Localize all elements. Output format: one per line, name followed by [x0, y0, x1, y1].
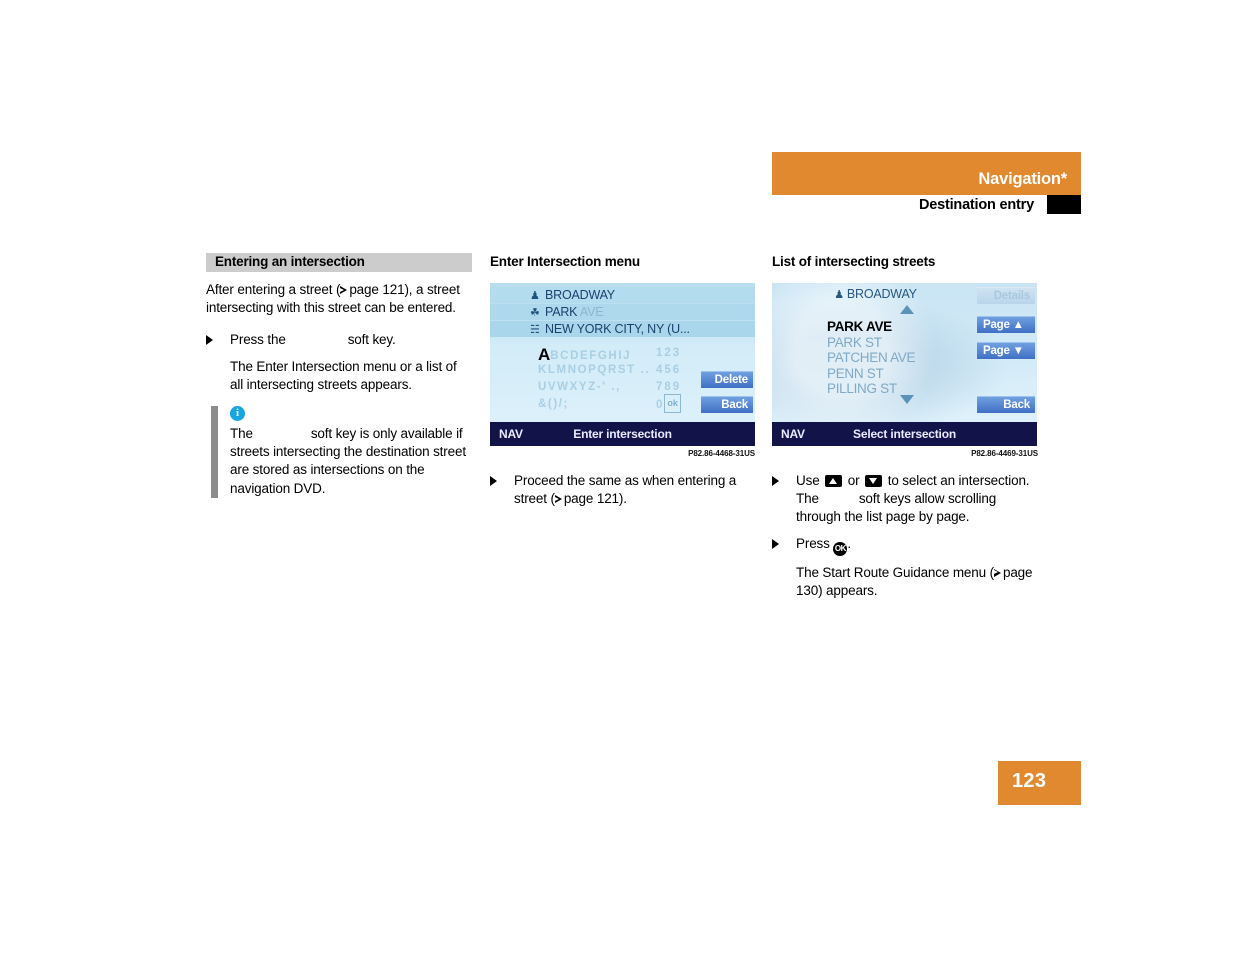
note-text-prefix: The — [230, 426, 253, 442]
keypad-row-2-numbers[interactable]: 456 — [656, 362, 681, 379]
keypad-row-4[interactable]: &()/; 0 ok — [538, 394, 698, 415]
middle-column-heading: Enter Intersection menu — [490, 254, 640, 269]
middle-step-text-after: ). — [618, 491, 627, 507]
header-band: Navigation* — [772, 152, 1081, 195]
softkey-page-down[interactable]: Page ▼ — [977, 342, 1035, 359]
keypad-zero-key[interactable]: 0 — [656, 399, 664, 411]
triangle-up-icon[interactable] — [900, 305, 914, 314]
destination-row-text-3: NEW YORK CITY, NY (U... — [545, 322, 690, 336]
list-item[interactable]: PARK ST — [827, 335, 977, 351]
middle-figure-caption: P82.86-4468-31US — [688, 449, 755, 458]
right-result-text-after: ) appears. — [818, 582, 878, 598]
page-number-badge: 123 — [998, 761, 1081, 805]
right-step-press-ok: Press OK. — [772, 535, 1038, 556]
keypad-row-4-numbers[interactable]: 0 ok — [656, 394, 681, 415]
softkey-back-2[interactable]: Back — [977, 396, 1035, 413]
key-down-icon — [865, 475, 883, 487]
list-item[interactable]: PENN ST — [827, 366, 977, 382]
destination-row-text-2: PARK — [545, 305, 580, 319]
status-title-2: Select intersection — [853, 427, 956, 441]
softkey-details[interactable]: Details — [977, 287, 1035, 304]
list-item[interactable]: PARK AVE — [827, 319, 977, 335]
header-subtitle-row: Destination entry — [772, 195, 1081, 218]
right-step1-text-b: or — [847, 473, 860, 488]
note-text-suffix: soft key is only available if streets in… — [230, 426, 466, 496]
screen-status-bar: NAV Enter intersection — [490, 422, 755, 446]
left-intro-paragraph: After entering a street (page 121), a st… — [206, 281, 472, 317]
keypad-row-1[interactable]: ABCDEFGHIJ 123 — [538, 345, 698, 363]
info-note-box: i The soft key is only available if stree… — [206, 406, 472, 498]
destination-row-text-2-dim: AVE — [579, 305, 604, 319]
right-step1-text-a: Use — [796, 473, 820, 488]
keypad-row-2-letters[interactable]: KLMNOPQRST .. — [538, 364, 655, 376]
destination-row-intersection: ☘ PARK AVE — [490, 304, 755, 320]
list-item[interactable]: PATCHEN AVE — [827, 350, 977, 366]
note-side-bar — [211, 406, 218, 498]
street-icon: ☘ — [530, 307, 540, 319]
right-step2-text-b: . — [847, 535, 851, 551]
note-text: The soft key is only available if streets… — [230, 425, 472, 498]
left-column-heading: Entering an intersection — [206, 253, 472, 272]
status-title: Enter intersection — [573, 427, 672, 441]
info-icon: i — [230, 406, 245, 422]
onscreen-keypad[interactable]: ABCDEFGHIJ 123 KLMNOPQRST .. 456 UVWXYZ-'… — [538, 345, 698, 413]
step-text-prefix: Press the — [230, 332, 286, 348]
bullet-triangle-icon-4 — [772, 538, 779, 549]
right-figure-caption: P82.86-4469-31US — [971, 449, 1038, 458]
intro-text-before-ref: After entering a street ( — [206, 282, 341, 297]
keypad-row-4-letters[interactable]: &()/; — [538, 398, 569, 410]
enter-intersection-screen: ♟ BROADWAY ☘ PARK AVE ☵ NEW YORK CITY, NY (… — [490, 283, 755, 446]
right-step-result: The Start Route Guidance menu (page 130)… — [772, 564, 1038, 600]
middle-step-page-ref: page 121 — [563, 491, 619, 507]
select-intersection-screen: ♟ BROADWAY PARK AVE PARK ST PATCHEN AVE P… — [772, 283, 1037, 446]
left-step-press-softkey: Press the soft key. — [206, 331, 472, 349]
keypad-row-2[interactable]: KLMNOPQRST .. 456 — [538, 362, 698, 379]
softkey-back[interactable]: Back — [701, 396, 753, 413]
right-step-select: Use or to select an intersection. The sof… — [772, 472, 1038, 527]
destination-row-street: ♟ BROADWAY — [490, 287, 755, 303]
destination-row-city: ☵ NEW YORK CITY, NY (U... — [490, 321, 755, 337]
right-step1-text-d: soft keys allow scrolling through the li… — [796, 491, 997, 525]
left-column: Entering an intersection After entering … — [206, 253, 472, 498]
flag-icon: ♟ — [530, 290, 540, 302]
bullet-triangle-icon-2 — [490, 476, 497, 486]
keypad-ok-key[interactable]: ok — [664, 394, 681, 413]
right-column-heading: List of intersecting streets — [772, 254, 936, 269]
softkey-delete[interactable]: Delete — [701, 371, 753, 388]
page-header: Navigation* Destination entry — [772, 152, 1081, 218]
city-icon: ☵ — [530, 324, 540, 336]
middle-column: Enter Intersection menu ♟ BROADWAY ☘ PARK … — [490, 253, 755, 516]
header-section-subtitle: Destination entry — [918, 197, 1034, 213]
middle-step-proceed: Proceed the same as when entering a stre… — [490, 472, 755, 508]
bullet-triangle-icon-3 — [772, 476, 779, 486]
right-step2-text-a: Press — [796, 535, 830, 551]
right-column: List of intersecting streets ♟ BROADWAY P… — [772, 253, 1038, 612]
right-result-text-before: The Start Route Guidance menu ( — [796, 564, 994, 580]
keypad-row-3-letters[interactable]: UVWXYZ-' ., — [538, 381, 621, 393]
header-chapter-title: Navigation* — [978, 170, 1067, 188]
page-ref-triangle-icon-3 — [993, 568, 1001, 578]
softkey-page-up[interactable]: Page ▲ — [977, 316, 1035, 333]
keypad-row-1-numbers[interactable]: 123 — [656, 345, 681, 362]
flag-icon-2: ♟ — [834, 289, 844, 301]
page-ref-triangle-icon — [340, 286, 348, 295]
ok-button-icon: OK — [833, 541, 848, 556]
key-up-icon — [825, 475, 843, 487]
screen-header-street-label: BROADWAY — [846, 287, 917, 301]
list-item[interactable]: PILLING ST — [827, 381, 977, 397]
intro-page-ref: page 121 — [349, 282, 405, 297]
screen-status-bar-2: NAV Select intersection — [772, 422, 1037, 446]
destination-row-text: BROADWAY — [545, 288, 615, 302]
header-thumb-tab — [1047, 195, 1081, 214]
keypad-row-1-letters[interactable]: BCDEFGHIJ — [550, 350, 631, 362]
bullet-triangle-icon — [206, 335, 213, 346]
page-ref-triangle-icon-2 — [554, 495, 562, 504]
intersection-list[interactable]: PARK AVE PARK ST PATCHEN AVE PENN ST PIL… — [827, 319, 977, 397]
step-text-suffix: soft key. — [347, 332, 396, 348]
destination-summary-rows: ♟ BROADWAY ☘ PARK AVE ☵ NEW YORK CITY, NY (… — [490, 283, 755, 340]
screen-body: ♟ BROADWAY ☘ PARK AVE ☵ NEW YORK CITY, NY (… — [490, 283, 755, 422]
left-step-result: The Enter Intersection menu or a list of… — [230, 358, 457, 392]
